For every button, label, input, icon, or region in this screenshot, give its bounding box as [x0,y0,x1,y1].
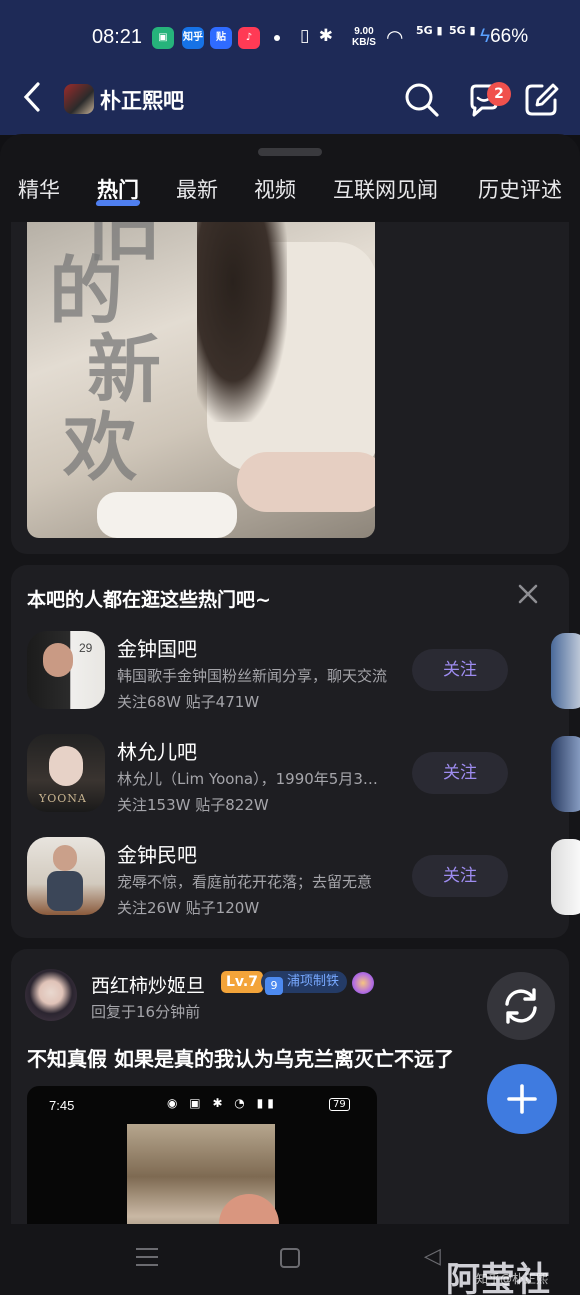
diamond-icon: 9 [265,977,283,995]
tab-latest[interactable]: 最新 [176,174,218,204]
wifi-icon: ◠ [386,25,404,49]
follow-button[interactable]: 关注 [412,752,508,794]
image-text-4: 欢 [63,405,137,491]
plus-icon [507,1084,537,1114]
forum-description: 韩国歌手金钟国粉丝新闻分享，聊天交流 [117,667,387,685]
tab-video[interactable]: 视频 [254,174,296,204]
recent-apps-icon[interactable] [136,1248,158,1266]
screenshot-battery: 79 [329,1098,350,1111]
network-speed: 9.00 KB/S [352,26,376,48]
battery-level: ϟ66% [480,26,528,48]
recommend-item[interactable]: 金钟民吧 宠辱不惊，看庭前花开花落；去留无意 关注26W 贴子120W 关注 [27,837,580,917]
refresh-icon [505,988,537,1024]
network-speed-value: 9.00 [354,26,374,37]
close-icon [518,584,538,604]
forum-description: 林允儿（Lim Yoona），1990年5月30日 [117,770,387,788]
app-notification-icon: ▣ [152,27,174,49]
chevron-left-icon [23,82,40,112]
honor-tag-label: 浦项制铁 [287,974,340,989]
battery-percent: 66% [490,26,529,47]
image-legs [237,452,375,512]
screenshot-status-icons: ◉ ▣ ✱ ◔ ▮▮ [167,1096,278,1110]
avatar-face [43,643,73,677]
edit-icon [525,83,559,116]
post-card-previous[interactable]: 旧 的 新 欢 [11,222,569,554]
search-button[interactable] [402,80,442,120]
watermark-sub: 知乎@朴正熙 [476,1272,549,1286]
signal-icon-1: 5G ▮ [416,24,443,37]
message-count-badge: 2 [487,82,511,106]
charging-icon: ϟ [480,26,491,47]
image-hair [197,222,287,422]
network-speed-unit: KB/S [352,37,376,48]
signal-2-label: 5G [449,24,466,37]
recommend-title: 本吧的人都在逛这些热门吧~ [27,589,271,611]
next-forum-peek[interactable] [551,736,580,812]
back-triangle-icon[interactable]: ◁ [424,1244,441,1269]
forum-name[interactable]: 金钟民吧 [117,839,197,868]
forum-description: 宠辱不惊，看庭前花开花落；去留无意 [117,873,373,891]
vibrate-bluetooth-icon: ▯ ✱ [300,26,336,46]
next-forum-peek[interactable] [551,633,580,709]
avatar-yoona-text: YOONA [39,792,87,805]
recommend-item[interactable]: 29 金钟国吧 韩国歌手金钟国粉丝新闻分享，聊天交流 关注68W 贴子471W … [27,631,580,711]
recommend-item[interactable]: YOONA 林允儿吧 林允儿（Lim Yoona），1990年5月30日 关注1… [27,734,580,814]
back-button[interactable] [22,80,42,120]
active-tab-indicator [95,200,141,206]
signal-1-label: 5G [416,24,433,37]
post-title[interactable]: 不知真假 如果是真的我认为乌克兰离灭亡不远了 [27,1043,454,1072]
post-image[interactable]: 旧 的 新 欢 [27,222,375,538]
image-socks [97,492,237,538]
forum-avatar-linyuner: YOONA [27,734,105,812]
post-edit-button[interactable] [522,80,562,120]
search-icon [405,83,439,117]
post-card[interactable]: 西红柿炒姬旦 Lv.7 9 浦项制铁 回复于16分钟前 不知真假 如果是真的我认为… [11,949,569,1224]
status-time: 08:21 [92,26,143,48]
music-app-icon: ♪ [238,27,260,49]
status-bar: 08:21 ▣ 知乎 贴 ♪ ▯ ✱ 9.00 KB/S ◠ 5G ▮ 5G ▮… [0,22,580,52]
forum-avatar[interactable] [64,84,94,114]
tab-bar: 精华 热门 最新 视频 互联网见闻 历史评述 [0,174,580,214]
create-post-button[interactable] [487,1064,557,1134]
home-icon[interactable] [280,1248,300,1268]
forum-name[interactable]: 林允儿吧 [117,736,197,765]
post-image[interactable]: 7:45 ◉ ▣ ✱ ◔ ▮▮ 79 [27,1086,377,1224]
screenshot-time: 7:45 [49,1098,75,1113]
top-bar: 08:21 ▣ 知乎 贴 ♪ ▯ ✱ 9.00 KB/S ◠ 5G ▮ 5G ▮… [0,0,580,135]
forum-stats: 关注153W 贴子822W [117,796,269,814]
avatar-body [47,871,83,911]
forum-title[interactable]: 朴正熙吧 [100,85,184,115]
forum-avatar-jinzhongguo: 29 [27,631,105,709]
honor-tag: 9 浦项制铁 [261,971,348,995]
tieba-app-icon: 贴 [210,27,232,49]
more-notifications-dot [274,35,280,41]
forum-name[interactable]: 金钟国吧 [117,633,197,662]
content-sheet: 精华 热门 最新 视频 互联网见闻 历史评述 旧 的 新 欢 本吧的人都在逛这些… [0,134,580,1224]
post-time: 回复于16分钟前 [91,1003,201,1021]
tab-internet[interactable]: 互联网见闻 [333,174,438,204]
image-text-3: 新 [87,327,161,413]
follow-button[interactable]: 关注 [412,649,508,691]
next-forum-peek[interactable] [551,839,580,915]
refresh-button[interactable] [487,972,555,1040]
avatar-face [49,746,83,786]
author-name[interactable]: 西红柿炒姬旦 [91,971,205,998]
image-text-2: 的 [49,249,123,335]
avatar-date-text: 29 [79,641,93,655]
signal-icon-2: 5G ▮ [449,24,476,37]
avatar-face [53,845,77,871]
recommended-forums-card: 本吧的人都在逛这些热门吧~ 29 金钟国吧 韩国歌手金钟国粉丝新闻分享，聊天交流… [11,565,580,938]
level-badge: Lv.7 [221,971,263,993]
tab-featured[interactable]: 精华 [18,174,60,204]
drag-handle[interactable] [258,148,322,156]
flower-badge-icon [352,972,374,994]
follow-button[interactable]: 关注 [412,855,508,897]
author-avatar[interactable] [25,969,77,1021]
tab-history[interactable]: 历史评述 [478,174,562,204]
zhihu-app-icon: 知乎 [182,27,204,49]
forum-avatar-jinzhongmin [27,837,105,915]
forum-stats: 关注26W 贴子120W [117,899,260,917]
forum-stats: 关注68W 贴子471W [117,693,260,711]
close-button[interactable] [517,581,539,611]
